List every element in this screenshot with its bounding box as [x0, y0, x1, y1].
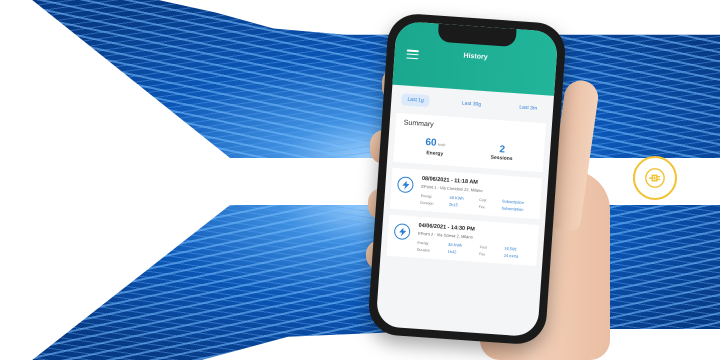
session-body: 08/06/2021 - 11:18 AM EPoint 1 - Via Cor… [420, 176, 536, 213]
session-body: 04/06/2021 - 14:30 PM EPoint 2 - Via Sci… [417, 223, 533, 260]
tab-last-3m[interactable]: Last 3m [513, 101, 544, 115]
fee-value: 24 extra [503, 252, 519, 259]
cost-label: Cost [479, 244, 488, 250]
fee-label: Fee [479, 251, 486, 256]
ev-plug-icon [645, 168, 665, 188]
session-card[interactable]: 04/06/2021 - 14:30 PM EPoint 2 - Via Sci… [386, 214, 539, 267]
app-title: History [463, 52, 488, 62]
cost-value: Subscription [501, 198, 525, 206]
energy-label: Energy [426, 150, 444, 158]
lightning-icon [393, 223, 411, 241]
energy-stat: 60kwh Energy [424, 132, 446, 157]
duration-value: 2h15 [448, 201, 459, 208]
energy-value: 48 KWh [449, 194, 464, 201]
energy-value: 60 [424, 137, 437, 149]
ev-charging-badge [633, 156, 677, 200]
energy-label: Energy [420, 193, 432, 199]
phone-screen: History Last 1g Last 30g Last 3m Summary… [375, 20, 559, 338]
sessions-stat: 2 Sessions [490, 144, 513, 162]
cost-label: Cost [479, 197, 487, 202]
badge-inner [641, 164, 669, 192]
summary-card: Summary 60kwh Energy 2 Sessions [393, 112, 547, 173]
duration-label: Duration [420, 200, 434, 206]
cost-value: 16,50€ [504, 245, 517, 252]
fee-value: Subscription [501, 205, 524, 213]
tab-last-1g[interactable]: Last 1g [400, 93, 431, 108]
session-details: Energy 38 KWh Cost 16,50€ Duration 1h42 … [417, 240, 532, 260]
lightning-icon [396, 176, 414, 194]
smartphone: History Last 1g Last 30g Last 3m Summary… [366, 12, 568, 346]
menu-line [406, 56, 419, 60]
duration-value: 1h42 [447, 248, 457, 255]
energy-label: Energy [417, 240, 429, 245]
sessions-label: Sessions [490, 154, 513, 163]
session-card[interactable]: 08/06/2021 - 11:18 AM EPoint 1 - Via Cor… [389, 167, 543, 220]
session-details: Energy 48 KWh Cost Subscription Duration… [420, 193, 535, 213]
energy-unit: kwh [438, 141, 446, 148]
tab-last-30g[interactable]: Last 30g [456, 97, 488, 111]
energy-value: 38 KWh [447, 241, 463, 248]
duration-label: Duration [416, 247, 431, 253]
fee-label: Fee [478, 204, 485, 209]
summary-stats: 60kwh Energy 2 Sessions [402, 130, 537, 163]
hero-scene: History Last 1g Last 30g Last 3m Summary… [0, 0, 720, 360]
